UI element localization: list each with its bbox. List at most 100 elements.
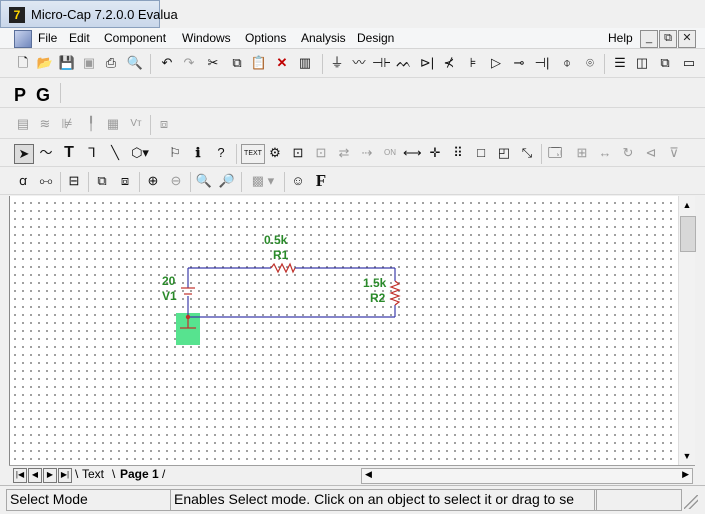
smiley-icon[interactable]: ☺ [289, 172, 307, 190]
restore-button[interactable]: ⧉ [659, 30, 677, 48]
print-preview-icon[interactable]: 🔍 [126, 54, 144, 72]
bus-icon[interactable]: ⇄ [335, 144, 353, 162]
print-icon[interactable]: ⎙ [102, 54, 120, 72]
paste-clip-icon[interactable]: ⧈ [116, 172, 134, 190]
paste-icon[interactable]: 📋 [250, 54, 268, 72]
menu-design[interactable]: Design [357, 31, 394, 45]
scroll-left-icon[interactable]: ◀ [365, 469, 372, 480]
crosshair-icon[interactable]: ✛ [426, 144, 444, 162]
probe-icon[interactable]: ╿ [82, 115, 100, 133]
tab-text[interactable]: Text [82, 467, 104, 482]
stretch-icon[interactable]: ↔ [596, 144, 614, 162]
jfet-icon[interactable]: ⊸ [510, 54, 528, 72]
binoculars-icon[interactable]: ⧟ [37, 172, 55, 190]
g-button[interactable]: G [36, 85, 50, 106]
pin-icon[interactable]: ⊡ [289, 144, 307, 162]
vtd-icon[interactable]: Vᴛ [127, 115, 145, 133]
flip-x-icon[interactable]: ⊲ [642, 144, 660, 162]
stepping-icon[interactable]: ⊯ [58, 115, 76, 133]
tab-page-1[interactable]: Page 1 [120, 467, 159, 482]
ground-node-dot[interactable] [185, 314, 191, 320]
save-icon[interactable]: 💾 [58, 54, 76, 72]
copy-icon[interactable]: ⧉ [228, 54, 246, 72]
window-icon[interactable]: ▭ [679, 54, 699, 72]
open-icon[interactable]: 📂 [36, 54, 54, 72]
menu-analysis[interactable]: Analysis [301, 31, 346, 45]
flag-icon[interactable]: ⚐ [166, 144, 184, 162]
diode-icon[interactable]: ⊳| [418, 54, 436, 72]
document-icon[interactable] [14, 30, 32, 48]
select-mode-icon[interactable]: ➤ [14, 144, 34, 164]
save-all-icon[interactable]: ▣ [80, 54, 98, 72]
wire-mode-icon[interactable]: 〜 [37, 144, 55, 162]
opamp-icon[interactable]: ▷ [487, 54, 505, 72]
align-icon[interactable]: ⊞ [573, 144, 591, 162]
v1-name-label[interactable]: V1 [162, 289, 177, 303]
minimize-button[interactable]: _ [640, 30, 658, 48]
add-page-icon[interactable]: ⊕ [144, 172, 162, 190]
close-button[interactable]: ✕ [678, 30, 696, 48]
attribute-icon[interactable]: ⚙ [266, 144, 284, 162]
menu-options[interactable]: Options [245, 31, 286, 45]
find-text-icon[interactable]: ꭤ [14, 172, 32, 190]
prev-page-icon[interactable]: ◀ [28, 468, 42, 483]
current-source-icon[interactable]: ⌽ [558, 54, 576, 72]
p-button[interactable]: P [14, 85, 26, 106]
waveform-icon[interactable]: ≋ [36, 115, 54, 133]
grid-toggle-icon[interactable]: ⠿ [449, 144, 467, 162]
undo-icon[interactable]: ↶ [158, 54, 176, 72]
scroll-down-icon[interactable]: ▼ [680, 449, 694, 463]
text-toggle-button[interactable]: TEXT [241, 144, 265, 164]
rubberband-icon[interactable]: ⤡ [518, 144, 536, 162]
tile-vertical-icon[interactable]: ◫ [633, 54, 651, 72]
transistor-icon[interactable]: ⊀ [440, 54, 458, 72]
shapes-dropdown-icon[interactable]: ⬡▾ [128, 144, 152, 162]
last-page-icon[interactable]: ▶| [58, 468, 72, 483]
redo-icon[interactable]: ↷ [180, 54, 198, 72]
info-icon[interactable]: ℹ [189, 144, 207, 162]
mosfet-icon[interactable]: ⊧ [464, 54, 482, 72]
flip-y-icon[interactable]: ⊽ [665, 144, 683, 162]
rotate-icon[interactable]: ↻ [619, 144, 637, 162]
diagonal-wire-icon[interactable]: ╲ [106, 144, 124, 162]
r2-name-label[interactable]: R2 [370, 291, 385, 305]
cascade-icon[interactable]: ⧉ [656, 54, 674, 72]
zoom-in-icon[interactable]: 🔍 [195, 172, 213, 190]
select-all-icon[interactable]: ▥ [296, 54, 314, 72]
help-pointer-icon[interactable]: ? [212, 144, 230, 162]
resize-grip-icon[interactable] [684, 495, 698, 509]
scroll-right-icon[interactable]: ▶ [682, 469, 689, 480]
battery-icon[interactable]: ⊣| [533, 54, 551, 72]
r1-value-label[interactable]: 0.5k [264, 233, 287, 247]
zoom-out-icon[interactable]: 🔎 [218, 172, 236, 190]
tile-horizontal-icon[interactable]: ☰ [611, 54, 629, 72]
v1-value-label[interactable]: 20 [162, 274, 175, 288]
cut-icon[interactable]: ✂ [204, 54, 222, 72]
copy-clip-icon[interactable]: ⧉ [93, 172, 111, 190]
voltage-source-icon[interactable]: ⌾ [581, 54, 599, 72]
f-button[interactable]: F [312, 172, 330, 190]
border-icon[interactable]: □ [472, 144, 490, 162]
chart-icon[interactable]: ⧈ [155, 115, 173, 133]
horizontal-scrollbar[interactable]: ◀ ▶ [361, 468, 693, 484]
resistor-icon[interactable]: 〰 [350, 54, 368, 72]
menu-help[interactable]: Help [608, 31, 633, 45]
menu-edit[interactable]: Edit [69, 31, 90, 45]
r2-value-label[interactable]: 1.5k [363, 276, 386, 290]
orthogonal-wire-icon[interactable]: ⅂ [83, 144, 101, 162]
grid-icon[interactable]: ▤ [14, 115, 32, 133]
current-icon[interactable]: ⇢ [358, 144, 376, 162]
resistor-r2-symbol[interactable] [389, 280, 401, 306]
menu-component[interactable]: Component [104, 31, 166, 45]
delete-icon[interactable]: ✕ [273, 54, 291, 72]
first-page-icon[interactable]: |◀ [13, 468, 27, 483]
menu-windows[interactable]: Windows [182, 31, 231, 45]
ground-icon[interactable]: ⏚ [328, 54, 346, 72]
delete-page-icon[interactable]: ⊖ [167, 172, 185, 190]
scroll-up-icon[interactable]: ▲ [680, 198, 694, 212]
capacitor-icon[interactable]: ⊣⊢ [372, 54, 390, 72]
properties-icon[interactable]: 🗔 [546, 144, 564, 162]
macro-icon[interactable]: ⊟ [65, 172, 83, 190]
new-icon[interactable]: 🗋 [14, 54, 32, 72]
connect-icon[interactable]: ⟷ [403, 144, 421, 162]
